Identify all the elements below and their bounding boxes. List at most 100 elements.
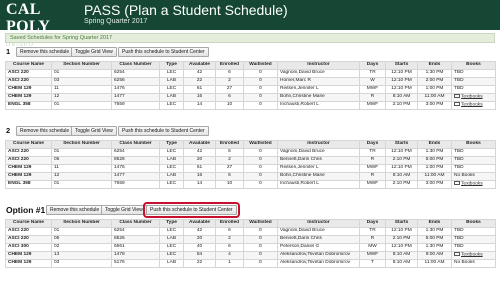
table-header-row: Course Name Section Number Class Number Typ… bbox=[5, 140, 496, 149]
table-row: ASCI 220 03 6256 LAB 22 2 0 Homer,Marc R W 12:10 … bbox=[5, 77, 496, 86]
section-number-cell: 01 bbox=[51, 69, 112, 78]
course-name-cell: CHEM 129 bbox=[5, 251, 52, 260]
section-number-cell: 05 bbox=[51, 235, 112, 244]
cal-poly-logo[interactable]: CAL POLY SAN LUIS OBISPO bbox=[6, 1, 70, 48]
days-cell: MWF bbox=[359, 85, 386, 94]
books-cell: TBD bbox=[451, 148, 496, 157]
column-header: Type bbox=[159, 140, 184, 149]
push-to-student-center-button[interactable]: Push this schedule to Student Center bbox=[118, 126, 209, 136]
textbooks-link[interactable]: Textbooks bbox=[461, 182, 483, 187]
push-to-student-center-button[interactable]: Push this schedule to Student Center bbox=[118, 47, 209, 57]
enrolled-cell: 27 bbox=[215, 164, 244, 173]
class-number-cell: 5176 bbox=[111, 259, 160, 268]
available-cell: 14 bbox=[183, 101, 216, 110]
column-header: Instructor bbox=[277, 219, 360, 228]
push-to-student-center-button[interactable]: Push this schedule to Student Center bbox=[143, 202, 240, 218]
ends-cell: 1:30 PM bbox=[417, 69, 452, 78]
books-cell: TBD bbox=[451, 77, 496, 86]
course-name-cell: CHEM 129 bbox=[5, 259, 52, 268]
page-title: PASS (Plan a Student Schedule) bbox=[84, 2, 288, 18]
instructor-cell: Aleksandrov,Tsvetan Dobromirov bbox=[277, 251, 360, 260]
books-cell: TBD bbox=[451, 85, 496, 94]
days-cell: MWF bbox=[359, 101, 386, 110]
course-name-cell: CHEM 129 bbox=[5, 164, 52, 173]
page-subtitle: Spring Quarter 2017 bbox=[84, 18, 148, 25]
enrolled-cell: 6 bbox=[215, 69, 244, 78]
enrolled-cell: 2 bbox=[215, 235, 244, 244]
column-header: Available bbox=[183, 140, 216, 149]
available-cell: 22 bbox=[183, 259, 216, 268]
books-cell: No Books bbox=[451, 172, 496, 181]
column-header: Books bbox=[451, 61, 496, 70]
table-row: ASCI 220 05 8526 LAB 20 2 0 Bennett,Darin Chris… bbox=[5, 156, 496, 165]
course-name-cell: CHEM 129 bbox=[5, 93, 52, 102]
schedule-toolbar: Option #1 Remove this schedule Toggle Gr… bbox=[5, 202, 495, 218]
class-number-cell: 8526 bbox=[111, 156, 160, 165]
ends-cell: 1:30 PM bbox=[417, 243, 452, 252]
section-number-cell: 11 bbox=[51, 85, 112, 94]
waitlisted-cell: 0 bbox=[243, 101, 278, 110]
course-name-cell: ASCI 220 bbox=[5, 235, 52, 244]
type-cell: LAB bbox=[159, 172, 184, 181]
textbooks-link[interactable]: Textbooks bbox=[461, 253, 483, 258]
starts-cell: 12:10 PM bbox=[385, 69, 418, 78]
course-name-cell: CHEM 129 bbox=[5, 85, 52, 94]
section-number-cell: 01 bbox=[51, 180, 112, 189]
schedule-table: Course Name Section Number Class Number Typ… bbox=[5, 219, 496, 268]
column-header: Days bbox=[359, 61, 386, 70]
instructor-cell: Aleksandrov,Tsvetan Dobromirov bbox=[277, 259, 360, 268]
section-number-cell: 11 bbox=[51, 164, 112, 173]
enrolled-cell: 6 bbox=[215, 243, 244, 252]
toggle-grid-view-button[interactable]: Toggle Grid View bbox=[101, 205, 147, 215]
schedule-number: Option #1 bbox=[6, 205, 46, 215]
days-cell: R bbox=[359, 93, 386, 102]
type-cell: LAB bbox=[159, 235, 184, 244]
instructor-cell: Reitsen,Jennifer L bbox=[277, 164, 360, 173]
section-number-cell: 03 bbox=[51, 259, 112, 268]
starts-cell: 8:10 AM bbox=[385, 259, 418, 268]
ends-cell: 1:30 PM bbox=[417, 148, 452, 157]
table-row: ASCI 300 02 6561 LEC 40 6 0 Peterson,Daniel G MW… bbox=[5, 243, 496, 252]
starts-cell: 2:10 PM bbox=[385, 156, 418, 165]
column-header: Instructor bbox=[277, 140, 360, 149]
instructor-cell: Bohn,Christine Marie bbox=[277, 172, 360, 181]
class-number-cell: 6254 bbox=[111, 148, 160, 157]
schedule-table: Course Name Section Number Class Number Typ… bbox=[5, 61, 496, 110]
type-cell: LAB bbox=[159, 156, 184, 165]
course-name-cell: ASCI 220 bbox=[5, 156, 52, 165]
column-header: Waitlisted bbox=[243, 61, 278, 70]
book-icon bbox=[454, 181, 460, 186]
type-cell: LAB bbox=[159, 77, 184, 86]
textbooks-link[interactable]: Textbooks bbox=[461, 95, 483, 100]
type-cell: LEC bbox=[159, 180, 184, 189]
type-cell: LEC bbox=[159, 243, 184, 252]
class-number-cell: 1476 bbox=[111, 85, 160, 94]
app-header: CAL POLY SAN LUIS OBISPO PASS (Plan a St… bbox=[0, 0, 500, 48]
class-number-cell: 7659 bbox=[111, 101, 160, 110]
remove-schedule-button[interactable]: Remove this schedule bbox=[46, 205, 104, 215]
starts-cell: 2:10 PM bbox=[385, 235, 418, 244]
toggle-grid-view-button[interactable]: Toggle Grid View bbox=[71, 126, 117, 136]
table-row: ASCI 220 01 6254 LEC 42 6 0 Vagnoni,David Bruce… bbox=[5, 69, 496, 78]
available-cell: 42 bbox=[183, 227, 216, 236]
instructor-cell: Vagnoni,David Bruce bbox=[277, 69, 360, 78]
remove-schedule-button[interactable]: Remove this schedule bbox=[16, 126, 74, 136]
textbooks-link[interactable]: Textbooks bbox=[461, 103, 483, 108]
remove-schedule-button[interactable]: Remove this schedule bbox=[16, 47, 74, 57]
books-cell: TBD bbox=[451, 164, 496, 173]
section-number-cell: 12 bbox=[51, 172, 112, 181]
waitlisted-cell: 0 bbox=[243, 164, 278, 173]
days-cell: TR bbox=[359, 227, 386, 236]
starts-cell: 8:10 AM bbox=[385, 251, 418, 260]
table-row: ASCI 220 05 8526 LAB 20 2 0 Bennett,Darin Chris… bbox=[5, 235, 496, 244]
type-cell: LEC bbox=[159, 164, 184, 173]
saved-schedules-link[interactable]: Saved Schedules for Spring Quarter 2017 bbox=[10, 35, 112, 42]
enrolled-cell: 6 bbox=[215, 148, 244, 157]
starts-cell: 2:10 PM bbox=[385, 180, 418, 189]
starts-cell: 12:10 PM bbox=[385, 148, 418, 157]
type-cell: LEC bbox=[159, 148, 184, 157]
column-header: Ends bbox=[417, 219, 452, 228]
available-cell: 14 bbox=[183, 180, 216, 189]
ends-cell: 1:30 PM bbox=[417, 227, 452, 236]
toggle-grid-view-button[interactable]: Toggle Grid View bbox=[71, 47, 117, 57]
